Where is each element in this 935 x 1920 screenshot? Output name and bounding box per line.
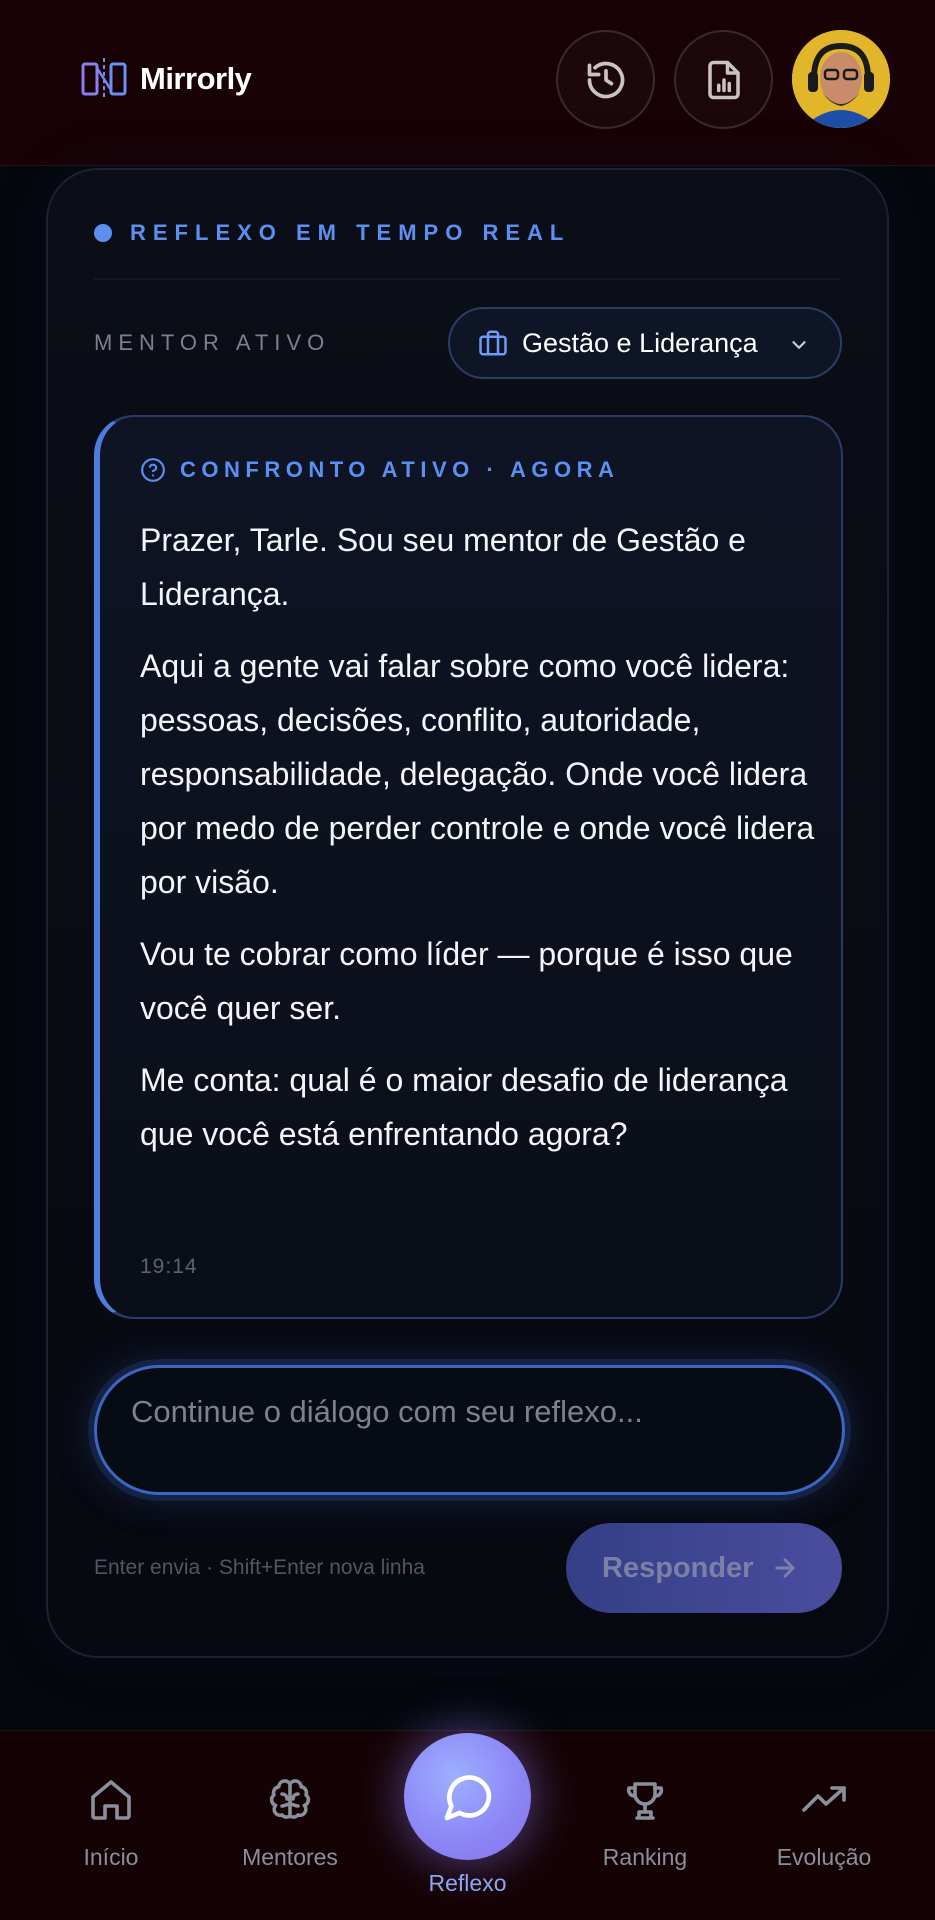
home-icon: [91, 1780, 131, 1820]
mirror-logo-icon: [81, 58, 127, 100]
app-header: Mirrorly: [0, 0, 935, 166]
nav-item-ranking[interactable]: Ranking: [575, 1776, 715, 1871]
live-label: REFLEXO EM TEMPO REAL: [130, 220, 571, 245]
mentor-message: CONFRONTO ATIVO · AGORA Prazer, Tarle. S…: [94, 415, 843, 1319]
nav-label: Ranking: [602, 1844, 688, 1870]
message-paragraph: Me conta: qual é o maior desafio de lide…: [140, 1062, 788, 1152]
nav-item-mentores[interactable]: Mentores: [220, 1776, 360, 1871]
nav-item-evolucao[interactable]: Evolução: [754, 1776, 894, 1871]
chat-bubble-icon: [444, 1774, 491, 1820]
message-paragraph: Vou te cobrar como líder — porque é isso…: [140, 936, 793, 1026]
brand[interactable]: Mirrorly: [80, 56, 252, 102]
nav-item-inicio[interactable]: Início: [41, 1776, 181, 1871]
live-dot-icon: [94, 224, 112, 242]
trophy-icon: [626, 1782, 664, 1820]
reply-button[interactable]: Responder: [566, 1523, 842, 1613]
question-circle-icon: [141, 458, 165, 482]
keyboard-hint: Enter envia · Shift+Enter nova linha: [94, 1556, 425, 1579]
arrow-right-icon: [775, 1558, 796, 1578]
nav-label: Início: [83, 1844, 139, 1870]
message-paragraph: Aqui a gente vai falar sobre como você l…: [140, 648, 815, 900]
reply-input[interactable]: [131, 1394, 811, 1474]
chevron-down-icon: [792, 341, 806, 349]
history-icon: [587, 61, 624, 98]
message-body: Prazer, Tarle. Sou seu mentor de Gestão …: [140, 513, 820, 1179]
message-paragraph: Prazer, Tarle. Sou seu mentor de Gestão …: [140, 522, 746, 612]
reply-input-container: [94, 1365, 845, 1495]
live-indicator: REFLEXO EM TEMPO REAL: [94, 220, 570, 246]
message-header: CONFRONTO ATIVO · AGORA: [140, 457, 619, 483]
reflection-card: REFLEXO EM TEMPO REAL MENTOR ATIVO Gestã…: [46, 168, 889, 1658]
message-timestamp: 19:14: [140, 1255, 198, 1278]
user-avatar[interactable]: [792, 30, 890, 128]
trending-up-icon: [802, 1786, 846, 1812]
mentor-label: MENTOR ATIVO: [94, 330, 331, 355]
app-name: Mirrorly: [140, 61, 252, 96]
reply-button-label: Responder: [602, 1551, 754, 1584]
report-button[interactable]: [674, 30, 773, 129]
mentor-select-value: Gestão e Liderança: [522, 327, 758, 358]
brain-icon: [269, 1779, 311, 1819]
nav-label: Evolução: [776, 1844, 872, 1870]
divider: [94, 278, 841, 280]
avatar-image: [792, 30, 890, 128]
report-chart-icon: [707, 60, 740, 99]
briefcase-icon: [479, 330, 507, 356]
page: Mirrorly REFLEXO EM TEMPO REAL MENTOR AT…: [0, 0, 935, 1920]
nav-label-active: Reflexo: [428, 1870, 507, 1896]
history-button[interactable]: [556, 30, 655, 129]
nav-item-reflexo[interactable]: [404, 1733, 531, 1860]
mentor-select[interactable]: Gestão e Liderança: [448, 307, 842, 379]
nav-label: Mentores: [242, 1844, 338, 1870]
message-header-label: CONFRONTO ATIVO · AGORA: [180, 457, 620, 482]
